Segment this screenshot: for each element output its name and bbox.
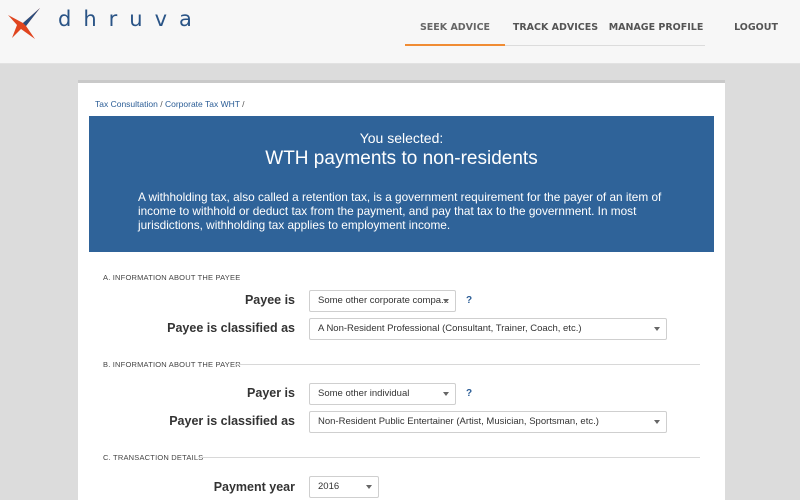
payment-year-label: Payment year [213, 480, 295, 494]
payee-class-select[interactable]: A Non-Resident Professional (Consultant,… [309, 318, 667, 340]
chevron-down-icon [366, 485, 372, 489]
breadcrumb: Tax Consultation / Corporate Tax WHT / [95, 99, 245, 109]
nav-active-indicator [405, 44, 505, 46]
payee-help-icon[interactable]: ? [461, 293, 477, 309]
payee-class-label: Payee is classified as [167, 321, 295, 335]
payer-class-select[interactable]: Non-Resident Public Entertainer (Artist,… [309, 411, 667, 433]
selection-banner: You selected: WTH payments to non-reside… [89, 116, 714, 252]
payee-is-label: Payee is [244, 293, 295, 307]
nav-divider [505, 45, 705, 46]
payer-is-value: Some other individual [318, 388, 410, 399]
section-divider [200, 457, 700, 458]
nav-manage-profile[interactable]: MANAGE PROFILE [606, 22, 706, 44]
section-transaction-title: C. TRANSACTION DETAILS [103, 453, 204, 462]
chevron-down-icon [654, 420, 660, 424]
chevron-down-icon [443, 392, 449, 396]
nav-seek-advice[interactable]: SEEK ADVICE [405, 22, 505, 44]
main-nav: SEEK ADVICE TRACK ADVICES MANAGE PROFILE… [0, 0, 800, 64]
payee-is-value: Some other corporate compa... [318, 295, 449, 306]
section-payee-title: A. INFORMATION ABOUT THE PAYEE [103, 273, 241, 282]
payee-is-select[interactable]: Some other corporate compa... [309, 290, 456, 312]
payment-year-select[interactable]: 2016 [309, 476, 379, 498]
payment-year-value: 2016 [318, 481, 340, 492]
section-payer-title: B. INFORMATION ABOUT THE PAYER [103, 360, 241, 369]
breadcrumb-separator: / [160, 99, 163, 109]
banner-kicker: You selected: [359, 130, 444, 146]
payer-class-value: Non-Resident Public Entertainer (Artist,… [318, 416, 599, 427]
payer-is-select[interactable]: Some other individual [309, 383, 456, 405]
chevron-down-icon [443, 299, 449, 303]
nav-track-advices[interactable]: TRACK ADVICES [508, 22, 603, 44]
nav-logout[interactable]: LOGOUT [724, 22, 788, 44]
payer-is-label: Payer is [247, 386, 295, 400]
section-divider [234, 364, 700, 365]
banner-description: A withholding tax, also called a retenti… [138, 190, 662, 232]
breadcrumb-corporate-tax-wht[interactable]: Corporate Tax WHT [165, 99, 240, 109]
chevron-down-icon [654, 327, 660, 331]
payer-help-icon[interactable]: ? [461, 386, 477, 402]
payer-class-label: Payer is classified as [169, 414, 295, 428]
breadcrumb-tax-consultation[interactable]: Tax Consultation [95, 99, 158, 109]
payee-class-value: A Non-Resident Professional (Consultant,… [318, 323, 582, 334]
breadcrumb-separator: / [242, 99, 245, 109]
banner-title: WTH payments to non-residents [265, 148, 538, 169]
top-bar: dhruva SEEK ADVICE TRACK ADVICES MANAGE … [0, 0, 800, 64]
